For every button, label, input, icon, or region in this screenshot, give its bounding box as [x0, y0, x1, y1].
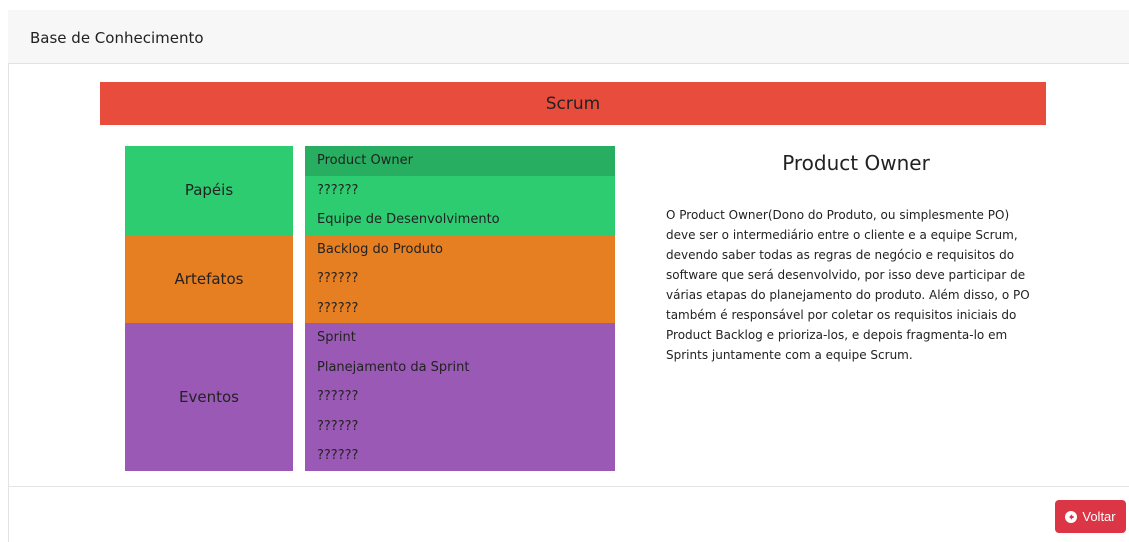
detail-title: Product Owner [782, 151, 930, 175]
arrow-circle-left-icon [1065, 510, 1078, 523]
detail-panel: Product Owner O Product Owner(Dono do Pr… [666, 146, 1046, 365]
group-label-papeis: Papéis [125, 146, 293, 235]
topic-item-hidden[interactable]: ?????? [305, 294, 615, 324]
topic-item-planejamento-sprint[interactable]: Planejamento da Sprint [305, 353, 615, 383]
detail-line: Sprints juntamente com a equipe Scrum. [666, 348, 913, 362]
topic-item-hidden[interactable]: ?????? [305, 176, 615, 206]
detail-line: software que será desenvolvido, por isso… [666, 268, 1026, 282]
scrum-banner: Scrum [100, 82, 1046, 125]
topic-item-equipe-desenvolvimento[interactable]: Equipe de Desenvolvimento [305, 205, 615, 235]
group-gap [293, 146, 305, 235]
group-gap [293, 323, 305, 471]
footer-divider [8, 486, 1129, 487]
card-header: Base de Conhecimento [8, 10, 1129, 64]
group-items-papeis: Product Owner ?????? Equipe de Desenvolv… [305, 146, 615, 235]
topic-item-backlog-produto[interactable]: Backlog do Produto [305, 235, 615, 265]
group-gap [293, 234, 305, 323]
detail-line: O Product Owner(Dono do Produto, ou simp… [666, 208, 1010, 222]
scrum-topics: Papéis Product Owner ?????? Equipe de De… [125, 146, 615, 471]
detail-line: Product Backlog e prioriza-los, e depois… [666, 328, 1008, 342]
group-papeis: Papéis Product Owner ?????? Equipe de De… [125, 146, 615, 235]
detail-line: várias etapas do planejamento do produto… [666, 288, 1030, 302]
back-button[interactable]: Voltar [1055, 500, 1126, 533]
page: Base de Conhecimento Scrum Papéis Produc… [0, 0, 1129, 542]
group-items-artefatos: Backlog do Produto ?????? ?????? [305, 234, 615, 324]
detail-line: também é responsável por coletar os requ… [666, 308, 1017, 322]
group-eventos: Eventos Sprint Planejamento da Sprint ??… [125, 323, 615, 471]
topic-item-hidden[interactable]: ?????? [305, 412, 615, 442]
detail-line: devendo saber todas as regras de negócio… [666, 248, 1015, 262]
back-button-label: Voltar [1082, 509, 1116, 524]
card-border [8, 64, 9, 542]
banner-title: Scrum [545, 93, 601, 114]
topic-item-hidden[interactable]: ?????? [305, 382, 615, 412]
group-artefatos: Artefatos Backlog do Produto ?????? ????… [125, 234, 615, 324]
page-title: Base de Conhecimento [30, 29, 204, 47]
topic-item-product-owner[interactable]: Product Owner [305, 146, 615, 176]
group-label-eventos: Eventos [125, 323, 293, 471]
topic-item-hidden[interactable]: ?????? [305, 441, 615, 471]
group-label-artefatos: Artefatos [125, 234, 293, 323]
group-items-eventos: Sprint Planejamento da Sprint ?????? ???… [305, 323, 615, 471]
topic-item-hidden[interactable]: ?????? [305, 264, 615, 294]
detail-description: O Product Owner(Dono do Produto, ou simp… [666, 205, 1046, 365]
detail-line: deve ser o intermediário entre o cliente… [666, 228, 1018, 242]
topic-item-sprint[interactable]: Sprint [305, 323, 615, 353]
